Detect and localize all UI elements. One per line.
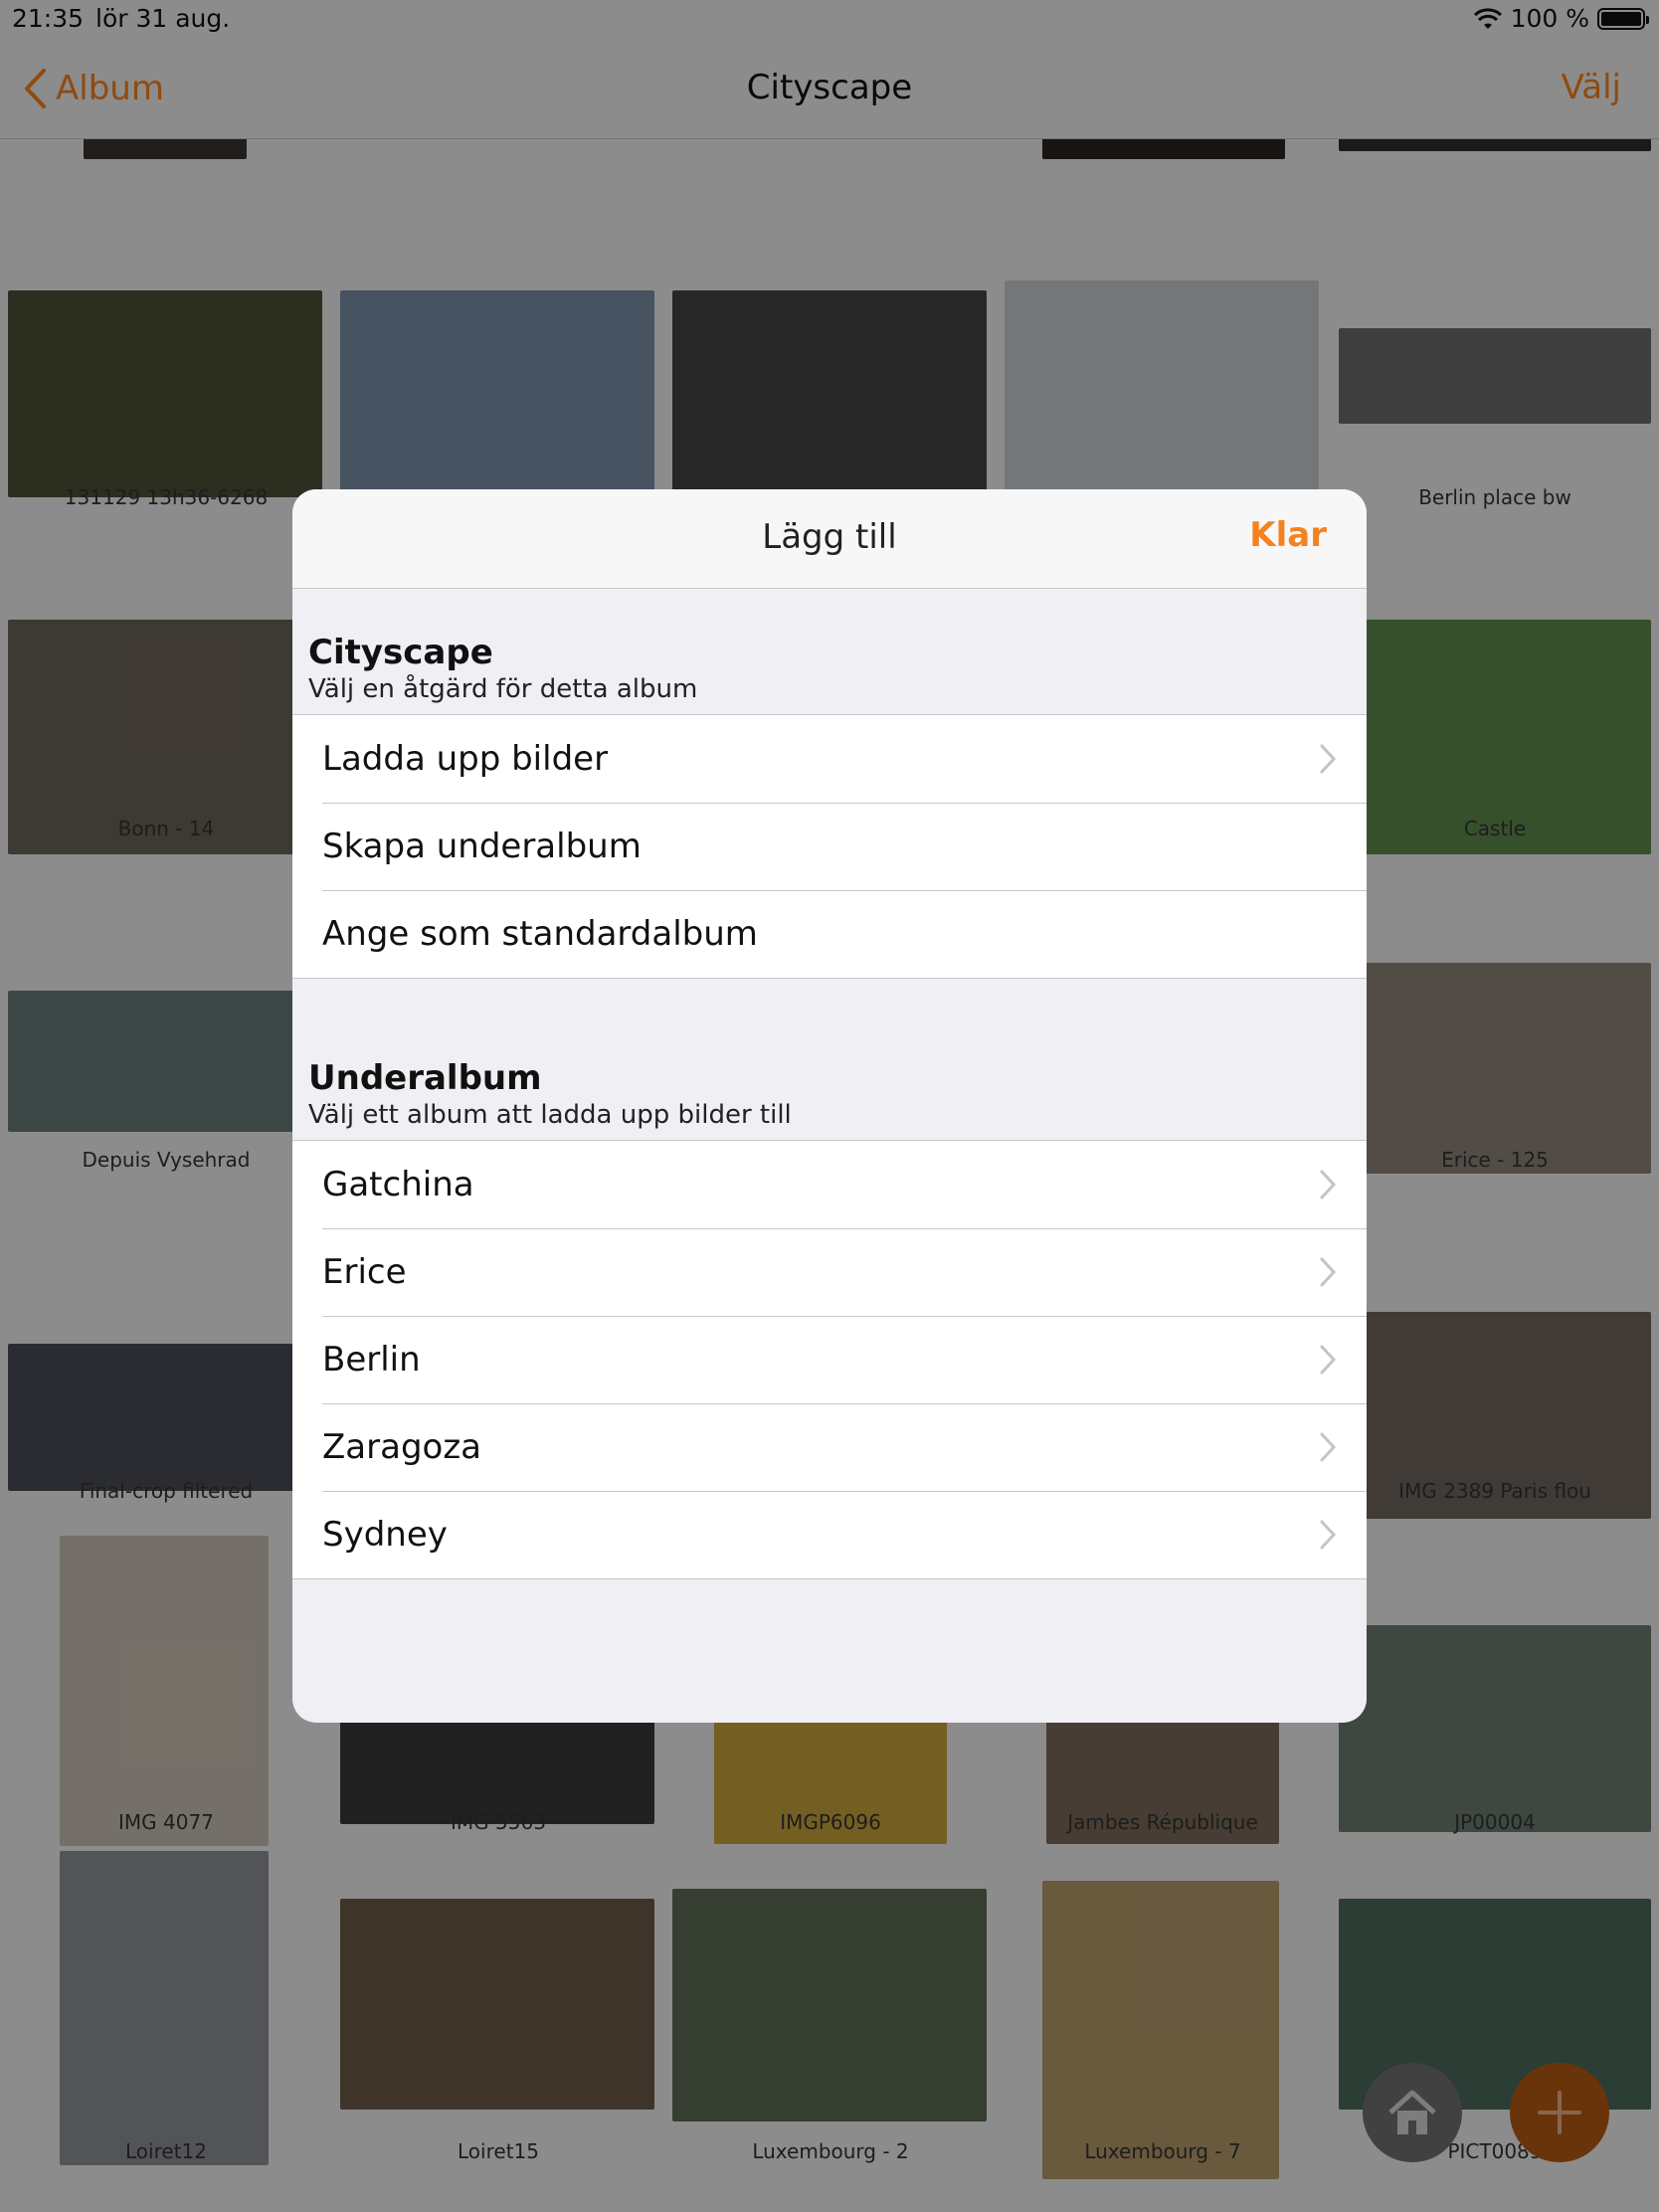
- section-subalbums-subtitle: Välj ett album att ladda upp bilder till: [308, 1100, 792, 1130]
- add-sheet: Lägg till Klar Cityscape Välj en åtgärd …: [292, 489, 1367, 1723]
- row-label: Ange som standardalbum: [322, 914, 758, 954]
- chevron-right-icon: [1320, 1257, 1337, 1287]
- list-row[interactable]: Skapa underalbum: [292, 803, 1367, 890]
- list-row[interactable]: Berlin: [292, 1316, 1367, 1403]
- list-row[interactable]: Ladda upp bilder: [292, 715, 1367, 803]
- list-row[interactable]: Gatchina: [292, 1141, 1367, 1228]
- album-actions-list: Ladda upp bilder Skapa underalbum Ange som…: [292, 714, 1367, 979]
- section-album-title: Cityscape: [308, 633, 493, 672]
- sheet-title: Lägg till: [762, 517, 897, 557]
- list-row[interactable]: Zaragoza: [292, 1403, 1367, 1491]
- done-button[interactable]: Klar: [1249, 515, 1327, 555]
- section-subalbums-header: Underalbum Välj ett album att ladda upp …: [292, 1058, 1367, 1130]
- row-label: Sydney: [322, 1515, 448, 1555]
- chevron-right-icon: [1320, 744, 1337, 774]
- list-row[interactable]: Sydney: [292, 1491, 1367, 1578]
- row-label: Zaragoza: [322, 1427, 482, 1467]
- section-album-header: Cityscape Välj en åtgärd för detta album: [292, 633, 1367, 704]
- list-row[interactable]: Erice: [292, 1228, 1367, 1316]
- list-row[interactable]: Ange som standardalbum: [292, 890, 1367, 978]
- chevron-right-icon: [1320, 1520, 1337, 1550]
- row-label: Erice: [322, 1252, 407, 1292]
- section-subalbums-title: Underalbum: [308, 1058, 542, 1098]
- row-label: Ladda upp bilder: [322, 739, 609, 779]
- chevron-right-icon: [1320, 1432, 1337, 1462]
- chevron-right-icon: [1320, 1345, 1337, 1375]
- section-album-subtitle: Välj en åtgärd för detta album: [308, 674, 698, 704]
- chevron-right-icon: [1320, 1170, 1337, 1199]
- sheet-header: Lägg till Klar: [292, 489, 1367, 589]
- row-label: Skapa underalbum: [322, 827, 642, 866]
- row-label: Berlin: [322, 1340, 421, 1380]
- subalbums-list: Gatchina Erice Berlin Zaragoza Sydney: [292, 1140, 1367, 1579]
- row-label: Gatchina: [322, 1165, 474, 1204]
